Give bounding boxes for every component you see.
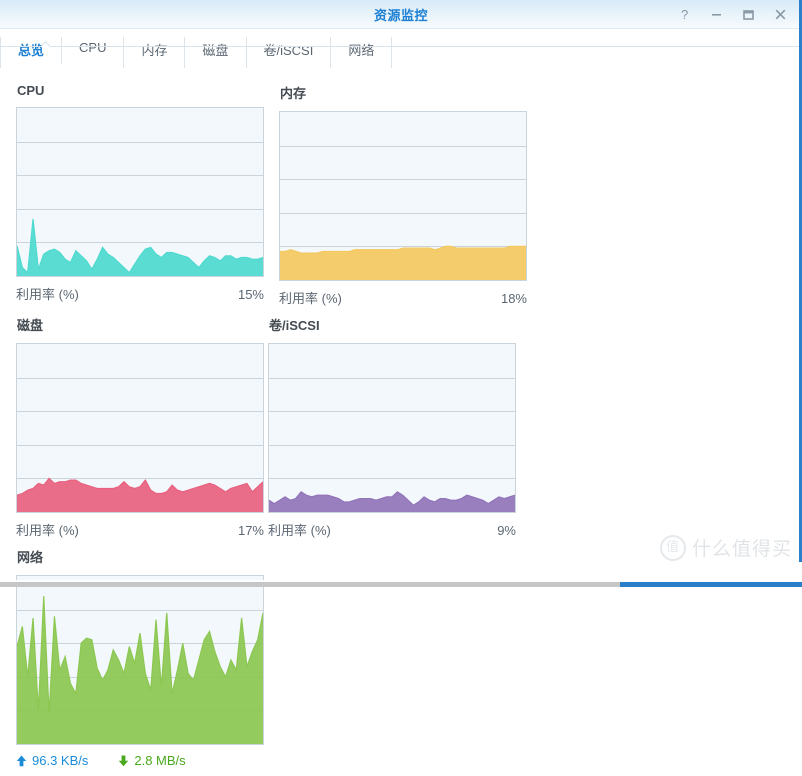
overview-content: CPU 利用率 (%) 15% 内存 利用率 (%) 18% 磁盘 利用率 (%… [0, 67, 802, 776]
tab-bar: 总览 CPU 内存 磁盘 卷/iSCSI 网络 [0, 29, 802, 68]
tab-underline [0, 46, 802, 47]
panel-disk: 磁盘 利用率 (%) 17% [16, 315, 268, 539]
svg-text:?: ? [681, 8, 688, 21]
maximize-button[interactable] [734, 3, 762, 25]
chart-memory[interactable] [279, 111, 527, 281]
tab-disk[interactable]: 磁盘 [184, 37, 245, 68]
metric-label-volume-iscsi: 利用率 (%) [268, 523, 331, 538]
panel-grid: CPU 利用率 (%) 15% 内存 利用率 (%) 18% 磁盘 利用率 (%… [16, 83, 786, 776]
window-controls: ? [670, 0, 794, 28]
maximize-icon [742, 9, 754, 20]
panel-title-disk: 磁盘 [17, 318, 44, 333]
network-upload-stat: 96.3 KB/s [16, 753, 88, 768]
metric-label-cpu: 利用率 (%) [16, 287, 79, 302]
chart-volume-iscsi[interactable] [268, 343, 516, 513]
chart-cpu[interactable] [16, 107, 264, 277]
metric-value-volume-iscsi: 9% [497, 523, 516, 538]
minimize-button[interactable] [702, 3, 730, 25]
bottom-strip [0, 580, 802, 587]
chart-footer-network: 96.3 KB/s 2.8 MB/s [16, 753, 264, 768]
tab-network[interactable]: 网络 [330, 37, 393, 68]
network-upload-value: 96.3 KB/s [32, 753, 89, 768]
tab-volume-iscsi[interactable]: 卷/iSCSI [245, 37, 331, 68]
chart-footer-memory: 利用率 (%) 18% [279, 288, 527, 307]
minimize-icon [711, 13, 721, 16]
resource-monitor-window: 资源监控 ? 总览 CPU 内存 磁盘 卷/iSCSI 网络 CPU 利用率 (… [0, 0, 802, 768]
chart-footer-cpu: 利用率 (%) 15% [16, 284, 264, 303]
panel-title-cpu: CPU [17, 83, 45, 98]
arrow-down-icon [119, 755, 129, 766]
metric-label-disk: 利用率 (%) [16, 523, 79, 538]
help-button[interactable]: ? [670, 3, 698, 25]
panel-title-memory: 内存 [280, 86, 307, 101]
tab-cpu[interactable]: CPU [61, 37, 123, 64]
question-mark-icon: ? [681, 8, 688, 21]
metric-value-memory: 18% [500, 291, 527, 306]
metric-value-disk: 17% [237, 523, 264, 538]
metric-value-cpu: 15% [237, 287, 264, 302]
arrow-up-icon [16, 755, 27, 766]
tab-memory[interactable]: 内存 [123, 37, 184, 68]
chart-footer-volume-iscsi: 利用率 (%) 9% [268, 520, 516, 539]
panel-volume-iscsi: 卷/iSCSI 利用率 (%) 9% [268, 315, 520, 539]
close-icon [775, 9, 785, 19]
network-download-stat: 2.8 MB/s [118, 753, 186, 768]
chart-network[interactable] [16, 575, 264, 745]
panel-cpu: CPU 利用率 (%) 15% [16, 83, 268, 307]
bottom-blue-segment [620, 582, 802, 587]
metric-label-memory: 利用率 (%) [279, 291, 342, 306]
title-bar: 资源监控 ? [0, 0, 802, 29]
panel-title-network: 网络 [17, 550, 44, 565]
chart-footer-disk: 利用率 (%) 17% [16, 520, 264, 539]
tab-active-notch [40, 41, 51, 47]
network-download-value: 2.8 MB/s [134, 753, 186, 768]
chart-disk[interactable] [16, 343, 264, 513]
tab-overview[interactable]: 总览 [0, 37, 61, 68]
bottom-gray-segment [0, 582, 620, 587]
close-button[interactable] [766, 3, 794, 25]
panel-title-volume-iscsi: 卷/iSCSI [269, 318, 320, 333]
panel-memory: 内存 利用率 (%) 18% [279, 83, 531, 307]
